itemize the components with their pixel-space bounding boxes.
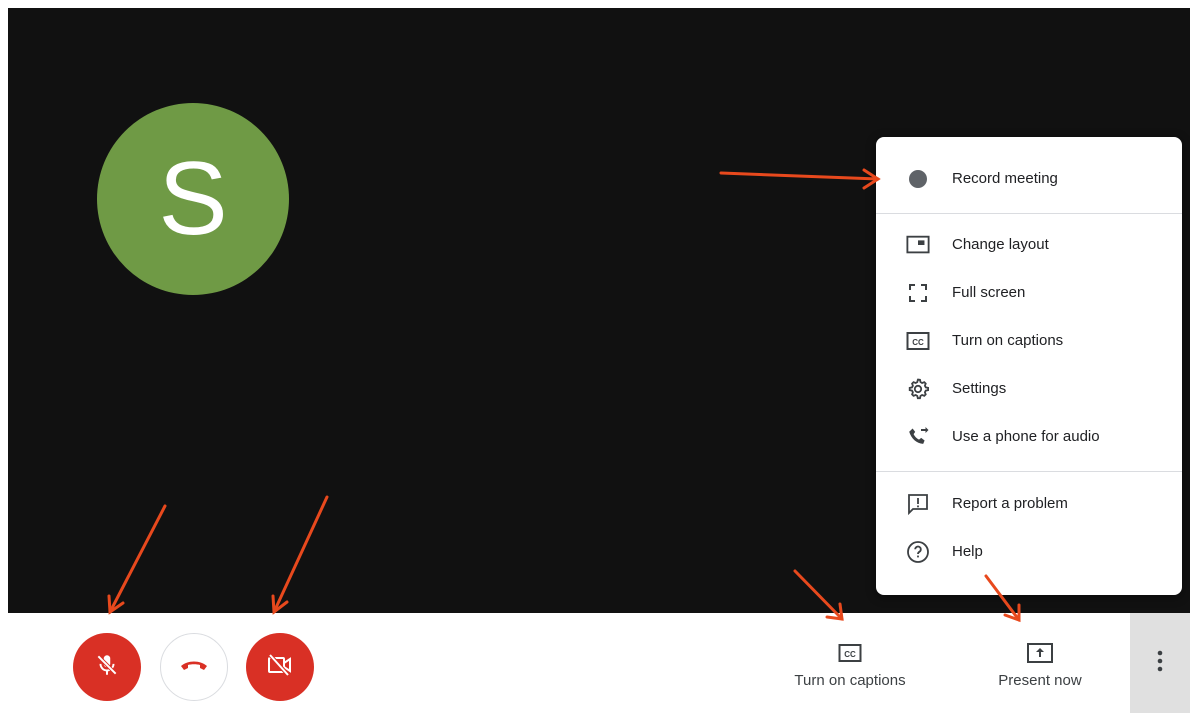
menu-item-label: Report a problem [952, 495, 1068, 512]
menu-item-label: Help [952, 543, 983, 560]
menu-item-record-meeting[interactable]: Record meeting [876, 155, 1182, 203]
mic-toggle-button[interactable] [73, 633, 141, 701]
menu-item-label: Turn on captions [952, 332, 1064, 349]
participant-initial: S [158, 141, 228, 257]
menu-item-phone-audio[interactable]: Use a phone for audio [876, 413, 1182, 461]
present-now-button[interactable]: Present now [990, 630, 1090, 700]
more-options-button[interactable] [1130, 613, 1190, 713]
camera-off-icon [266, 653, 294, 682]
present-button-label: Present now [998, 672, 1082, 689]
menu-item-turn-on-captions[interactable]: CC Turn on captions [876, 317, 1182, 365]
menu-item-report-problem[interactable]: Report a problem [876, 480, 1182, 528]
captions-icon: CC [838, 640, 862, 666]
participant-avatar: S [97, 103, 289, 295]
menu-item-full-screen[interactable]: Full screen [876, 269, 1182, 317]
hang-up-button[interactable] [160, 633, 228, 701]
menu-item-label: Use a phone for audio [952, 428, 1100, 445]
camera-toggle-button[interactable] [246, 633, 314, 701]
captions-icon: CC [906, 329, 930, 353]
hang-up-icon [179, 657, 209, 678]
gear-icon [906, 377, 930, 401]
menu-item-change-layout[interactable]: Change layout [876, 221, 1182, 269]
layout-icon [906, 233, 930, 257]
captions-button-label: Turn on captions [794, 672, 906, 689]
menu-item-label: Record meeting [952, 170, 1058, 187]
svg-text:CC: CC [912, 338, 924, 347]
svg-text:CC: CC [844, 650, 856, 659]
mic-off-icon [94, 652, 120, 683]
more-vertical-icon [1156, 649, 1164, 678]
phone-audio-icon [906, 425, 930, 449]
menu-divider [876, 471, 1182, 472]
menu-item-label: Settings [952, 380, 1007, 397]
more-options-menu: Record meeting Change layout Full screen… [876, 137, 1182, 595]
menu-item-settings[interactable]: Settings [876, 365, 1182, 413]
menu-item-label: Full screen [952, 284, 1026, 301]
turn-on-captions-button[interactable]: CC Turn on captions [786, 630, 914, 700]
record-dot-icon [906, 167, 930, 191]
menu-divider [876, 213, 1182, 214]
present-screen-icon [1026, 640, 1054, 666]
fullscreen-icon [906, 281, 930, 305]
help-icon [906, 540, 930, 564]
menu-item-label: Change layout [952, 236, 1049, 253]
menu-item-help[interactable]: Help [876, 528, 1182, 576]
report-problem-icon [906, 492, 930, 516]
